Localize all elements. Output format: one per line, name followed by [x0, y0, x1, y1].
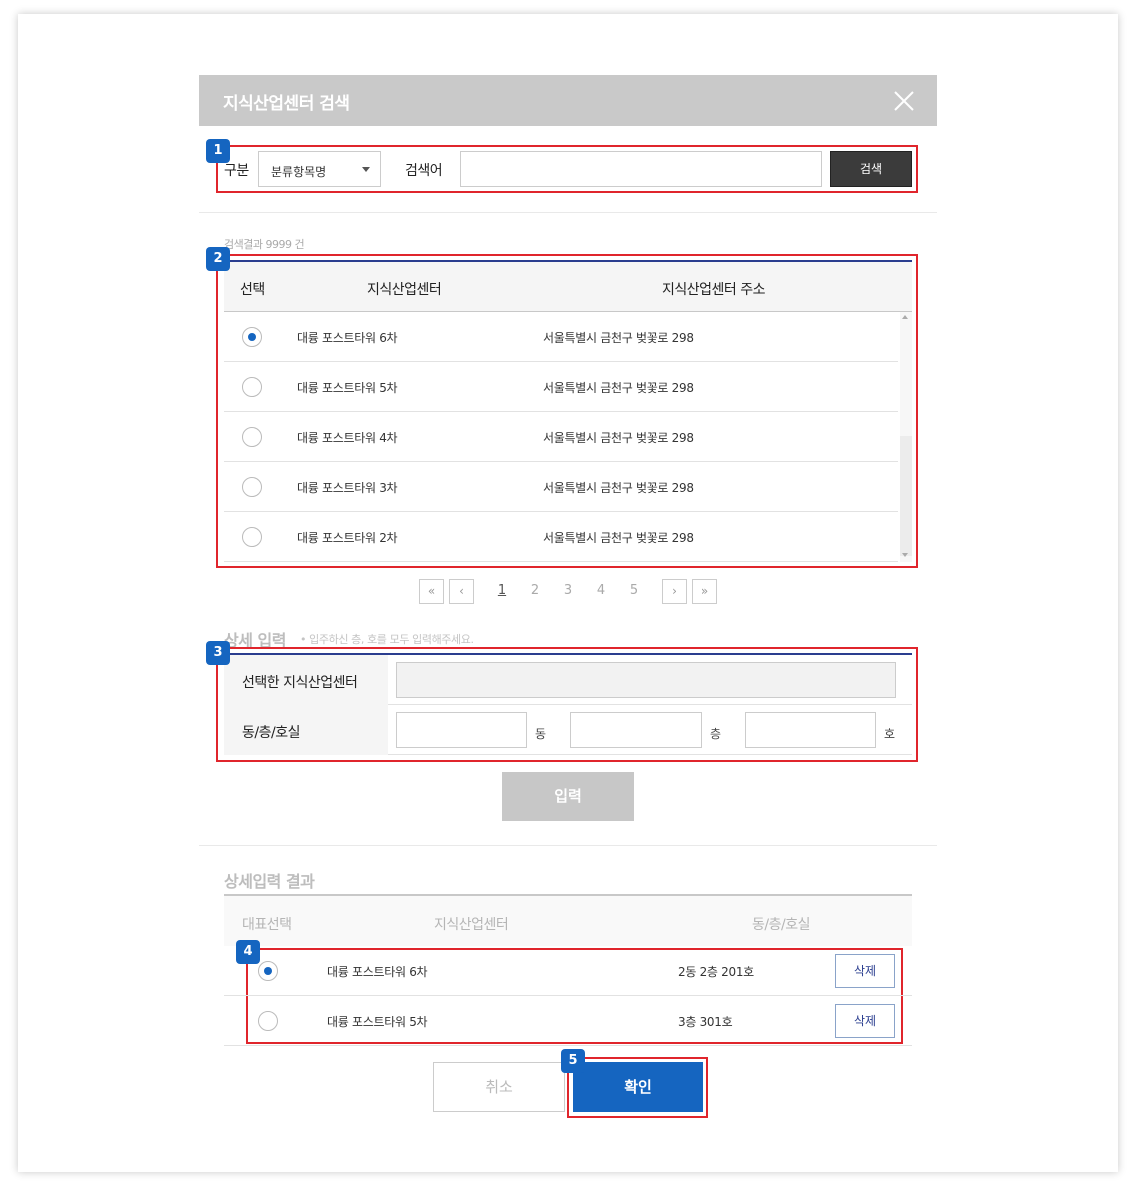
- table-row[interactable]: 대륭 포스트타워 6차 서울특별시 금천구 벚꽃로 298: [224, 312, 898, 362]
- col-header-location: 동/층/호실: [752, 917, 810, 933]
- col-header-rep: 대표선택: [242, 917, 292, 933]
- row-radio[interactable]: [242, 377, 262, 397]
- row-center-name: 대륭 포스트타워 5차: [297, 381, 398, 395]
- col-header-select: 선택: [240, 282, 265, 298]
- category-select[interactable]: 분류항목명: [258, 151, 381, 187]
- item-center-name: 대륭 포스트타워 5차: [327, 1015, 428, 1029]
- scrollbar[interactable]: [900, 312, 912, 562]
- modal-header: 지식산업센터 검색: [199, 75, 937, 126]
- divider: [199, 845, 937, 846]
- dong-unit: 동: [535, 727, 547, 741]
- row-radio[interactable]: [242, 477, 262, 497]
- keyword-label: 검색어: [405, 163, 443, 179]
- floor-unit: 층: [710, 727, 722, 741]
- pagination-page[interactable]: 2: [525, 583, 545, 598]
- row-center-name: 대륭 포스트타워 2차: [297, 531, 398, 545]
- dong-input[interactable]: [396, 712, 527, 748]
- row-radio[interactable]: [242, 327, 262, 347]
- detail-row-location: 동/층/호실 동 층 호: [224, 705, 912, 755]
- row-address: 서울특별시 금천구 벚꽃로 298: [543, 381, 694, 395]
- scroll-thumb[interactable]: [900, 436, 912, 556]
- row-address: 서울특별시 금천구 벚꽃로 298: [543, 431, 694, 445]
- row-address: 서울특별시 금천구 벚꽃로 298: [543, 331, 694, 345]
- confirm-button[interactable]: 확인: [573, 1062, 703, 1112]
- item-location: 2동 2층 201호: [678, 965, 754, 979]
- selected-center-label: 선택한 지식산업센터: [224, 655, 388, 705]
- row-radio[interactable]: [242, 527, 262, 547]
- detail-results-header: 대표선택 지식산업센터 동/층/호실: [224, 894, 912, 946]
- rep-radio[interactable]: [258, 1011, 278, 1031]
- result-count: 검색결과 9999 건: [224, 238, 305, 251]
- row-address: 서울특별시 금천구 벚꽃로 298: [543, 481, 694, 495]
- pagination-page[interactable]: 5: [624, 583, 644, 598]
- search-button[interactable]: 검색: [830, 151, 912, 187]
- results-table-header: 선택 지식산업센터 지식산업센터 주소: [224, 262, 912, 312]
- row-center-name: 대륭 포스트타워 6차: [297, 331, 398, 345]
- room-unit: 호: [884, 727, 896, 741]
- pagination-last[interactable]: »: [692, 579, 717, 604]
- item-location: 3층 301호: [678, 1015, 733, 1029]
- row-address: 서울특별시 금천구 벚꽃로 298: [543, 531, 694, 545]
- detail-form: 선택한 지식산업센터 동/층/호실 동 층 호: [224, 653, 912, 755]
- room-input[interactable]: [745, 712, 876, 748]
- table-row[interactable]: 대륭 포스트타워 3차 서울특별시 금천구 벚꽃로 298: [224, 462, 898, 512]
- table-row[interactable]: 대륭 포스트타워 4차 서울특별시 금천구 벚꽃로 298: [224, 412, 898, 462]
- detail-section-note: • 입주하신 층, 호를 모두 입력해주세요.: [300, 633, 474, 646]
- pagination-next[interactable]: ›: [662, 579, 687, 604]
- chevron-down-icon: [362, 167, 370, 172]
- enter-button[interactable]: 입력: [502, 772, 634, 821]
- table-row[interactable]: 대륭 포스트타워 2차 서울특별시 금천구 벚꽃로 298: [224, 512, 898, 562]
- selected-center-field: [396, 662, 896, 698]
- table-row[interactable]: 대륭 포스트타워 5차 서울특별시 금천구 벚꽃로 298: [224, 362, 898, 412]
- row-center-name: 대륭 포스트타워 3차: [297, 481, 398, 495]
- cancel-button[interactable]: 취소: [433, 1062, 565, 1112]
- list-item: 대륭 포스트타워 5차 3층 301호 삭제: [224, 996, 912, 1046]
- rep-radio[interactable]: [258, 961, 278, 981]
- row-radio[interactable]: [242, 427, 262, 447]
- row-center-name: 대륭 포스트타워 4차: [297, 431, 398, 445]
- detail-results-title: 상세입력 결과: [224, 872, 315, 891]
- scroll-up-icon[interactable]: [902, 315, 908, 319]
- marker-badge: 5: [561, 1049, 585, 1073]
- item-center-name: 대륭 포스트타워 6차: [327, 965, 428, 979]
- keyword-input[interactable]: [460, 151, 822, 187]
- location-label: 동/층/호실: [224, 705, 388, 755]
- pagination-page[interactable]: 3: [558, 583, 578, 598]
- marker-badge: 3: [206, 641, 230, 665]
- category-select-value: 분류항목명: [271, 165, 327, 179]
- marker-badge: 2: [206, 247, 230, 271]
- results-table: 선택 지식산업센터 지식산업센터 주소 대륭 포스트타워 6차 서울특별시 금천…: [224, 260, 912, 562]
- col-header-center: 지식산업센터: [434, 917, 509, 933]
- marker-badge: 4: [236, 940, 260, 964]
- category-label: 구분: [224, 163, 249, 179]
- marker-badge: 1: [206, 139, 230, 163]
- col-header-center: 지식산업센터: [367, 282, 442, 298]
- close-icon[interactable]: [893, 90, 915, 112]
- list-item: 대륭 포스트타워 6차 2동 2층 201호 삭제: [224, 946, 912, 996]
- col-header-address: 지식산업센터 주소: [662, 282, 766, 298]
- divider: [199, 212, 937, 213]
- pagination-first[interactable]: «: [419, 579, 444, 604]
- pagination-page[interactable]: 4: [591, 583, 611, 598]
- delete-button[interactable]: 삭제: [835, 1004, 895, 1038]
- delete-button[interactable]: 삭제: [835, 954, 895, 988]
- floor-input[interactable]: [570, 712, 702, 748]
- pagination-prev[interactable]: ‹: [449, 579, 474, 604]
- scroll-down-icon[interactable]: [902, 553, 908, 557]
- detail-row-selected-center: 선택한 지식산업센터: [224, 655, 912, 705]
- pagination-page[interactable]: 1: [492, 583, 512, 598]
- modal-title: 지식산업센터 검색: [223, 94, 350, 114]
